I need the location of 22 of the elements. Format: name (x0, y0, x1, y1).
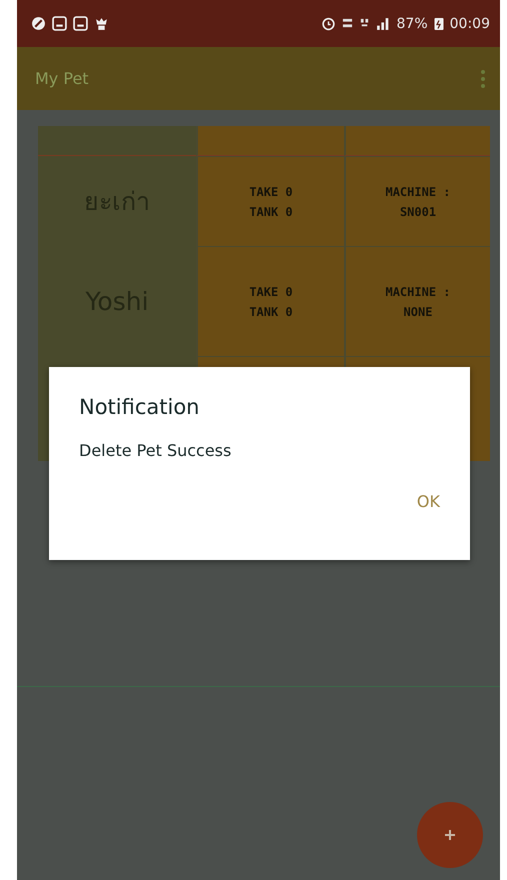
tank-count: TANK 0 (249, 204, 293, 220)
dialog-message: Delete Pet Success (79, 441, 232, 460)
ok-button[interactable]: OK (416, 488, 440, 515)
blocked-icon (31, 16, 46, 31)
alarm-icon (320, 16, 336, 31)
image-icon (52, 16, 67, 31)
image-icon (73, 16, 88, 31)
take-count: TAKE 0 (249, 184, 293, 200)
clock-time: 00:09 (450, 16, 490, 32)
machine-id: SN001 (400, 204, 436, 220)
battery-icon (434, 16, 444, 31)
machine-label: MACHINE : (385, 284, 451, 300)
app-title: My Pet (35, 69, 89, 88)
signal-icon (376, 16, 391, 31)
machine-label: MACHINE : (385, 184, 451, 200)
take-count: TAKE 0 (249, 284, 293, 300)
tank-count: TANK 0 (249, 304, 293, 320)
dialog-title: Notification (79, 395, 200, 419)
battery-percentage: 87% (396, 16, 428, 32)
plus-icon (444, 829, 456, 841)
more-options-icon[interactable] (480, 68, 486, 88)
machine-id: NONE (404, 304, 432, 320)
